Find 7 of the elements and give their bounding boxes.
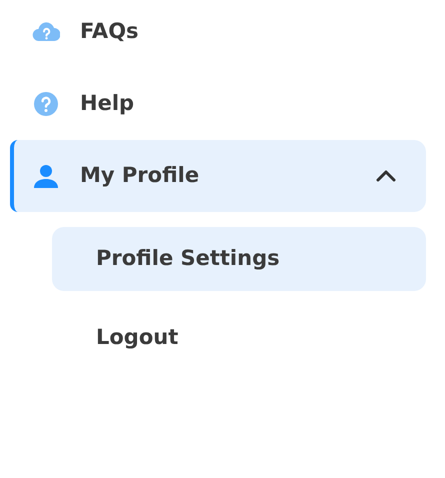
menu-item[interactable]: Help (10, 68, 426, 140)
menu-item[interactable]: My Profile (10, 140, 426, 212)
help-icon (32, 90, 60, 118)
submenu-item[interactable]: Logout (52, 306, 426, 370)
person-icon (32, 162, 60, 190)
menu-item[interactable]: FAQs (10, 0, 426, 68)
submenu-item[interactable]: Profile Settings (52, 227, 426, 291)
